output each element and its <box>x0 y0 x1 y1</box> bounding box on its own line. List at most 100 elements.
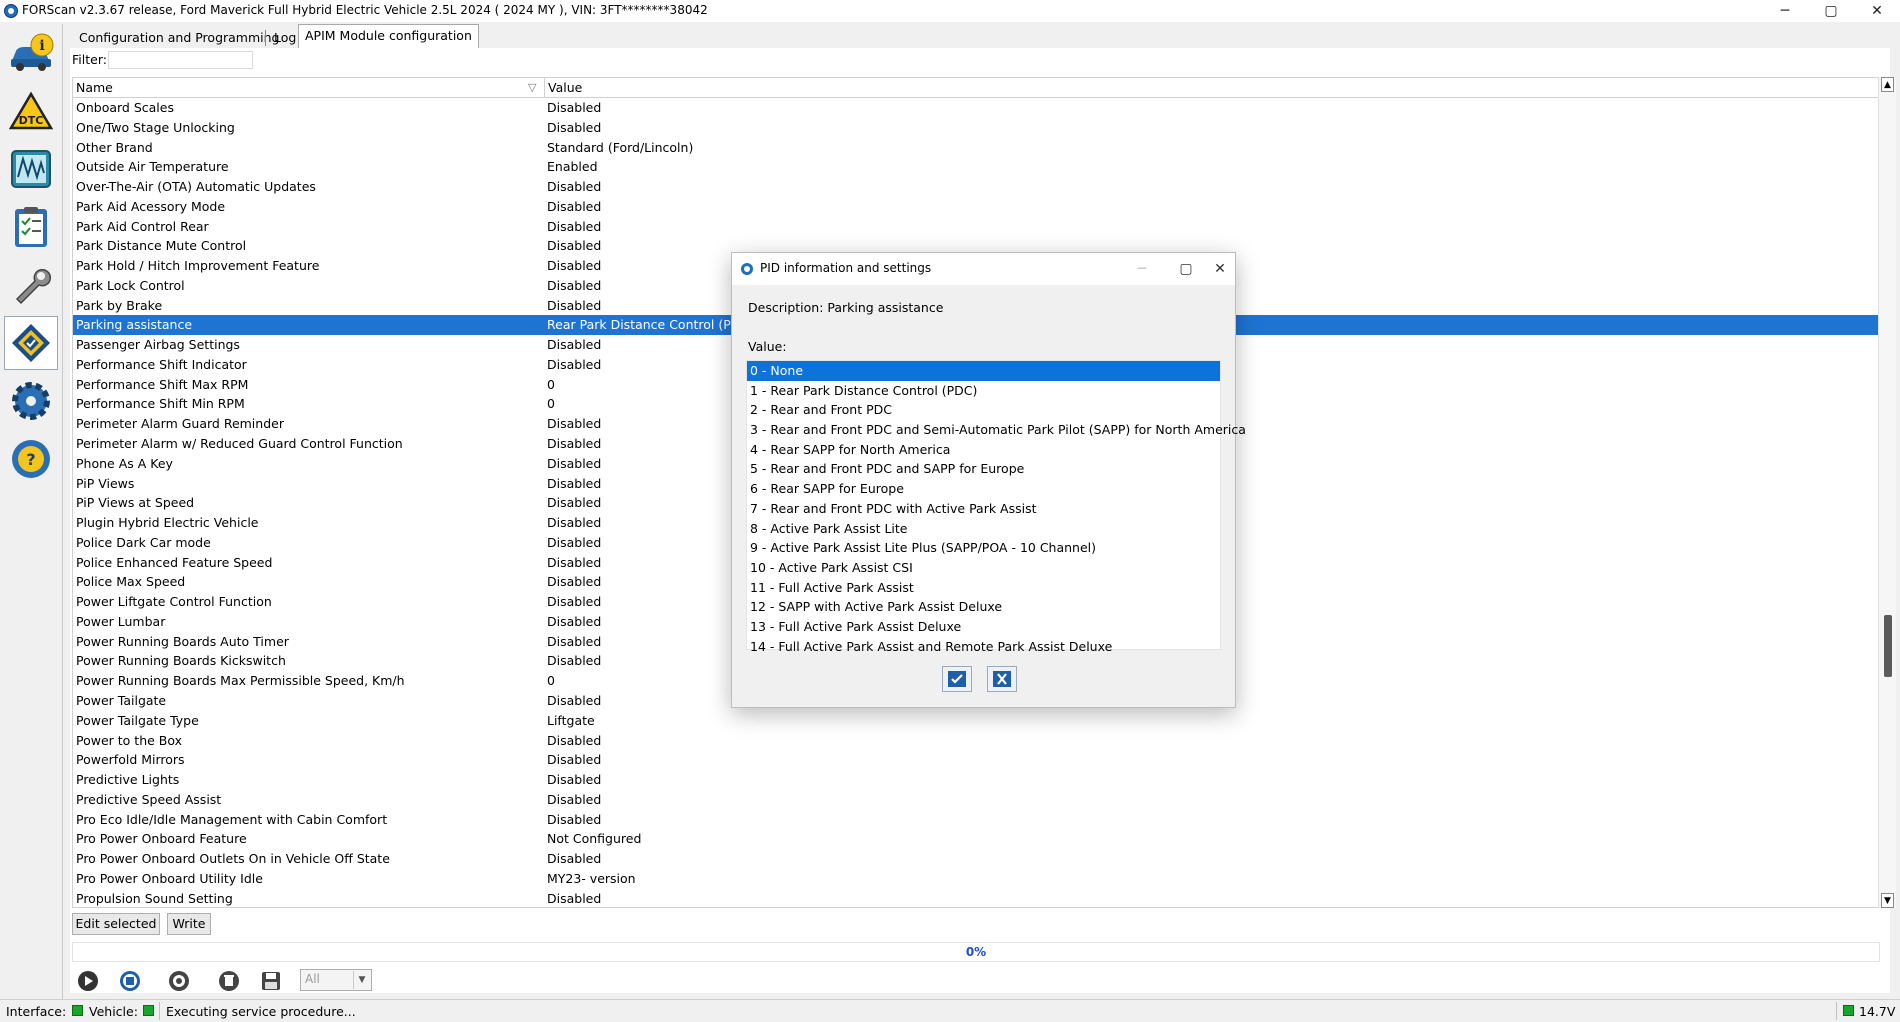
dialog-close-button[interactable]: ✕ <box>1206 255 1234 283</box>
row-value-cell: Standard (Ford/Lincoln) <box>547 139 694 155</box>
table-row[interactable]: Pro Power Onboard Outlets On in Vehicle … <box>73 849 1879 869</box>
sidebar-item-oscilloscope[interactable] <box>4 142 58 196</box>
scroll-thumb[interactable] <box>1884 615 1892 677</box>
cancel-button[interactable] <box>987 666 1017 692</box>
table-row[interactable]: Power to the Box Disabled <box>73 731 1879 751</box>
row-value-cell: Disabled <box>547 692 602 708</box>
row-value-cell: Disabled <box>547 653 602 669</box>
sidebar-item-dtc[interactable]: DTC <box>4 84 58 138</box>
sidebar-item-help[interactable]: ? <box>4 432 58 486</box>
filter-combo-value: All <box>305 972 320 986</box>
edit-selected-button[interactable]: Edit selected <box>72 913 160 935</box>
tab-apim-module-configuration[interactable]: APIM Module configuration <box>298 24 479 48</box>
clear-button[interactable] <box>216 968 242 994</box>
row-name-cell: Onboard Scales <box>76 100 174 115</box>
dialog-maximize-button[interactable]: ▢ <box>1166 255 1206 283</box>
table-row[interactable]: Predictive Lights Disabled <box>73 770 1879 790</box>
list-item[interactable]: 6 - Rear SAPP for Europe <box>747 479 1220 499</box>
table-row[interactable]: Other Brand Standard (Ford/Lincoln) <box>73 138 1879 158</box>
title-bar: FORScan v2.3.67 release, Ford Maverick F… <box>0 0 1900 22</box>
close-button[interactable]: ✕ <box>1854 0 1900 22</box>
table-row[interactable]: Predictive Speed Assist Disabled <box>73 790 1879 810</box>
row-name-cell: Police Max Speed <box>76 574 186 590</box>
row-name-cell: Park by Brake <box>76 297 163 313</box>
list-item[interactable]: 14 - Full Active Park Assist and Remote … <box>747 637 1220 657</box>
sidebar-item-vehicle-info[interactable]: i <box>4 26 58 80</box>
row-name-cell: Power Tailgate Type <box>76 712 199 728</box>
row-name-cell: Power Running Boards Max Permissible Spe… <box>76 673 405 689</box>
filter-sort-icon[interactable]: ▽ <box>528 81 536 94</box>
row-name-cell: Police Enhanced Feature Speed <box>76 554 273 570</box>
ok-button[interactable] <box>942 666 972 692</box>
vertical-scrollbar[interactable]: ▲ ▼ <box>1878 77 1896 908</box>
dialog-title: PID information and settings <box>760 261 932 275</box>
row-name-cell: Pro Power Onboard Outlets On in Vehicle … <box>76 851 390 867</box>
row-name-cell: Park Distance Mute Control <box>76 238 247 254</box>
table-row[interactable]: Pro Power Onboard Utility Idle MY23- vers… <box>73 869 1879 889</box>
connect-button[interactable] <box>166 968 192 994</box>
table-row[interactable]: Propulsion Sound Setting Disabled <box>73 889 1879 907</box>
sidebar-item-tests[interactable] <box>4 200 58 254</box>
table-row[interactable]: Outside Air Temperature Enabled <box>73 157 1879 177</box>
interface-status-led <box>72 1005 83 1016</box>
list-item[interactable]: 1 - Rear Park Distance Control (PDC) <box>747 381 1220 401</box>
scroll-up-arrow-icon[interactable]: ▲ <box>1881 77 1894 92</box>
row-value-cell: MY23- version <box>547 870 636 886</box>
table-row[interactable]: Pro Eco Idle/Idle Management with Cabin … <box>73 810 1879 830</box>
run-button[interactable] <box>75 968 101 994</box>
row-name-cell: Pro Power Onboard Utility Idle <box>76 870 263 886</box>
close-x-icon <box>993 671 1011 687</box>
value-options-list[interactable]: 0 - None 1 - Rear Park Distance Control (… <box>746 360 1246 654</box>
list-item[interactable]: 11 - Full Active Park Assist <box>747 578 1220 598</box>
table-row[interactable]: Park Aid Acessory Mode Disabled <box>73 197 1879 217</box>
filter-input[interactable] <box>108 51 253 69</box>
row-name-cell: Park Lock Control <box>76 277 185 293</box>
scroll-down-arrow-icon[interactable]: ▼ <box>1881 893 1894 908</box>
list-item[interactable]: 4 - Rear SAPP for North America <box>747 440 1220 460</box>
sidebar-item-service[interactable] <box>4 258 58 312</box>
list-item[interactable]: 7 - Rear and Front PDC with Active Park … <box>747 499 1220 519</box>
row-value-cell: Liftgate <box>547 712 595 728</box>
list-item[interactable]: 2 - Rear and Front PDC <box>747 400 1220 420</box>
list-item[interactable]: 0 - None <box>747 361 1220 381</box>
column-header-name[interactable]: Name <box>73 78 545 97</box>
app-icon <box>4 4 18 18</box>
row-value-cell: Disabled <box>547 752 602 768</box>
table-row[interactable]: Power Tailgate Type Liftgate <box>73 711 1879 731</box>
row-name-cell: Power Tailgate <box>76 692 167 708</box>
list-item[interactable]: 5 - Rear and Front PDC and SAPP for Euro… <box>747 459 1220 479</box>
table-row[interactable]: Powerfold Mirrors Disabled <box>73 750 1879 770</box>
save-button[interactable] <box>258 968 284 994</box>
dtc-warning-icon: DTC <box>8 88 54 134</box>
column-header-value[interactable]: Value <box>545 78 1879 97</box>
row-value-cell: Disabled <box>547 594 602 610</box>
row-name-cell: Pro Eco Idle/Idle Management with Cabin … <box>76 811 388 827</box>
filter-combo[interactable]: All ▼ <box>300 969 372 991</box>
row-name-cell: Outside Air Temperature <box>76 159 229 175</box>
maximize-button[interactable]: ▢ <box>1808 0 1854 22</box>
list-item[interactable]: 10 - Active Park Assist CSI <box>747 558 1220 578</box>
table-row[interactable]: Over-The-Air (OTA) Automatic Updates Disa… <box>73 177 1879 197</box>
list-item[interactable]: 9 - Active Park Assist Lite Plus (SAPP/P… <box>747 538 1220 558</box>
list-item[interactable]: 3 - Rear and Front PDC and Semi-Automati… <box>747 420 1246 440</box>
dialog-minimize-button: ─ <box>1137 261 1147 277</box>
table-row[interactable]: Park Aid Control Rear Disabled <box>73 217 1879 237</box>
progress-bar: 0% <box>72 942 1880 962</box>
dtc-glyph: DTC <box>19 114 44 127</box>
row-value-cell: Disabled <box>547 258 602 274</box>
minimize-button[interactable]: ─ <box>1762 0 1808 22</box>
write-button[interactable]: Write <box>167 913 211 935</box>
tab-configuration-programming[interactable]: Configuration and Programming <box>73 27 285 48</box>
list-item[interactable]: 12 - SAPP with Active Park Assist Deluxe <box>747 597 1220 617</box>
stop-button[interactable] <box>117 968 143 994</box>
row-name-cell: Police Dark Car mode <box>76 534 211 550</box>
row-name-cell: Perimeter Alarm Guard Reminder <box>76 416 284 432</box>
sidebar-item-settings[interactable] <box>4 374 58 428</box>
table-row[interactable]: One/Two Stage Unlocking Disabled <box>73 118 1879 138</box>
list-item[interactable]: 8 - Active Park Assist Lite <box>747 519 1220 539</box>
row-value-cell: Disabled <box>547 811 602 827</box>
table-row[interactable]: Pro Power Onboard Feature Not Configured <box>73 829 1879 849</box>
list-item[interactable]: 13 - Full Active Park Assist Deluxe <box>747 617 1220 637</box>
table-row[interactable]: Onboard Scales Disabled <box>73 98 1879 118</box>
sidebar-item-configuration[interactable] <box>4 316 58 370</box>
